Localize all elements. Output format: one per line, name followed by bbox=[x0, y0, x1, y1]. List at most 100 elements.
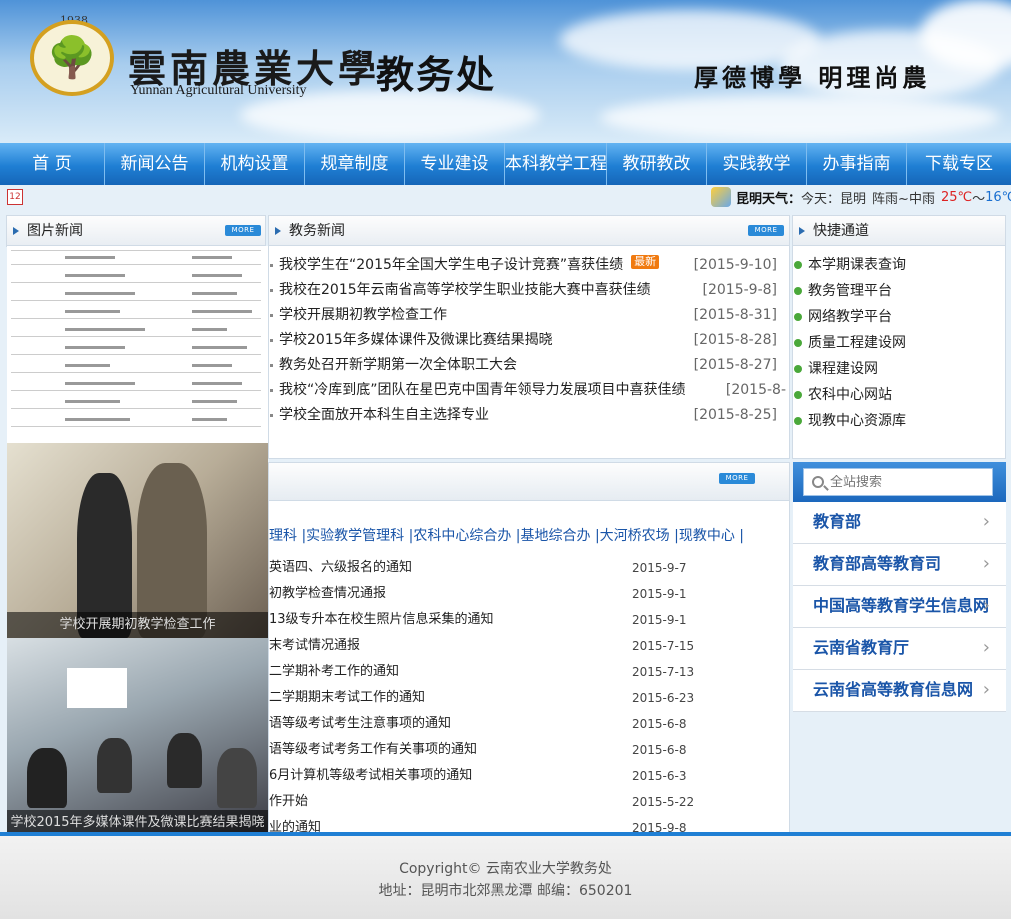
list-item[interactable]: 学校2015年多媒体课件及微课比赛结果揭晓 [2015-8-28] bbox=[270, 328, 786, 353]
external-link-chsi[interactable]: 中国高等教育学生信息网 › bbox=[793, 586, 1006, 628]
notice-title[interactable]: 初教学检查情况通报 bbox=[269, 586, 386, 601]
notice-title[interactable]: 二学期补考工作的通知 bbox=[269, 664, 399, 679]
document-photo[interactable] bbox=[7, 246, 268, 443]
notice-title[interactable]: 作开始 bbox=[269, 794, 308, 809]
footer-copyright: Copyright© 云南农业大学教务处 bbox=[399, 861, 612, 877]
list-item[interactable]: 二学期补考工作的通知 2015-7-13 bbox=[269, 659, 789, 685]
notice-title[interactable]: 13级专升本在校生照片信息采集的通知 bbox=[269, 612, 494, 627]
list-item[interactable]: 6月计算机等级考试相关事项的通知 2015-6-3 bbox=[269, 763, 789, 789]
list-item[interactable]: 作开始 2015-5-22 bbox=[269, 789, 789, 815]
quick-link-label[interactable]: 课程建设网 bbox=[808, 361, 878, 377]
nav-item-home[interactable]: 首 页 bbox=[0, 143, 105, 185]
list-item[interactable]: 初教学检查情况通报 2015-9-1 bbox=[269, 581, 789, 607]
nav-item-practice[interactable]: 实践教学 bbox=[707, 143, 807, 185]
list-item[interactable]: 二学期期末考试工作的通知 2015-6-23 bbox=[269, 685, 789, 711]
notice-title[interactable]: 二学期期末考试工作的通知 bbox=[269, 690, 425, 705]
list-item[interactable]: 教务处召开新学期第一次全体职工大会 [2015-8-27] bbox=[270, 353, 786, 378]
quick-link-label[interactable]: 现教中心资源库 bbox=[808, 413, 906, 429]
external-link-yunnan-higher-ed[interactable]: 云南省高等教育信息网 › bbox=[793, 670, 1006, 712]
news-date: [2015-8- bbox=[725, 382, 786, 398]
nav-item-organization[interactable]: 机构设置 bbox=[205, 143, 305, 185]
notice-title[interactable]: 末考试情况通报 bbox=[269, 638, 360, 653]
quick-links-title: 快捷通道 bbox=[813, 223, 869, 239]
photo-caption-1[interactable]: 学校开展期初教学检查工作 bbox=[7, 612, 268, 638]
quick-links-list: 本学期课表查询 教务管理平台 网络教学平台 质量工程建设网 课程建设网 农科中心… bbox=[794, 252, 1004, 434]
notice-date: 2015-5-22 bbox=[632, 795, 695, 809]
list-item[interactable]: 语等级考试考生注意事项的通知 2015-6-8 bbox=[269, 711, 789, 737]
news-title[interactable]: 学校开展期初教学检查工作 bbox=[279, 307, 447, 323]
news-date: [2015-8-31] bbox=[693, 307, 777, 323]
list-item[interactable]: 我校学生在“2015年全国大学生电子设计竞赛”喜获佳绩 最新 [2015-9-10] bbox=[270, 253, 786, 278]
department-title: 教务处 bbox=[376, 53, 497, 97]
notice-header: MORE bbox=[269, 463, 789, 501]
list-item[interactable]: 学校全面放开本科生自主选择专业 [2015-8-25] bbox=[270, 403, 786, 428]
quick-link[interactable]: 网络教学平台 bbox=[794, 304, 1004, 330]
weather-separator: ～ bbox=[972, 191, 986, 207]
quick-link-label[interactable]: 质量工程建设网 bbox=[808, 335, 906, 351]
nav-item-guide[interactable]: 办事指南 bbox=[807, 143, 907, 185]
nav-item-undergrad-project[interactable]: 本科教学工程 bbox=[505, 143, 607, 185]
news-title[interactable]: 学校2015年多媒体课件及微课比赛结果揭晓 bbox=[279, 332, 553, 348]
list-item[interactable]: 我校在2015年云南省高等学校学生职业技能大赛中喜获佳绩 [2015-9-8] bbox=[270, 278, 786, 303]
quick-link[interactable]: 农科中心网站 bbox=[794, 382, 1004, 408]
external-link-moe[interactable]: 教育部 › bbox=[793, 502, 1006, 544]
news-title[interactable]: 教务处召开新学期第一次全体职工大会 bbox=[279, 357, 517, 373]
list-item[interactable]: 我校“冷库到底”团队在星巴克中国青年领导力发展项目中喜获佳绩 [2015-8- bbox=[270, 378, 786, 403]
external-link-label[interactable]: 中国高等教育学生信息网 bbox=[813, 596, 989, 615]
affairs-news-more-button[interactable]: MORE bbox=[748, 225, 784, 236]
site-header: 1938 🌳 雲南農業大學 Yunnan Agricultural Univer… bbox=[0, 0, 1011, 143]
photo-news-header: 图片新闻 MORE bbox=[7, 216, 265, 246]
weather-condition: 阵雨~中雨 bbox=[872, 191, 935, 207]
bullet-icon bbox=[794, 391, 802, 399]
news-title[interactable]: 我校“冷库到底”团队在星巴克中国青年领导力发展项目中喜获佳绩 bbox=[279, 382, 686, 398]
search-input[interactable] bbox=[830, 474, 980, 490]
quick-link[interactable]: 教务管理平台 bbox=[794, 278, 1004, 304]
nav-item-downloads[interactable]: 下载专区 bbox=[907, 143, 1011, 185]
external-link-higher-ed[interactable]: 教育部高等教育司 › bbox=[793, 544, 1006, 586]
external-link-label[interactable]: 教育部 bbox=[813, 512, 861, 531]
chevron-right-icon: › bbox=[982, 511, 990, 532]
list-item[interactable]: 英语四、六级报名的通知 2015-9-7 bbox=[269, 555, 789, 581]
news-title[interactable]: 我校在2015年云南省高等学校学生职业技能大赛中喜获佳绩 bbox=[279, 282, 651, 298]
quick-link-label[interactable]: 本学期课表查询 bbox=[808, 257, 906, 273]
search-field[interactable] bbox=[803, 468, 993, 496]
search-icon[interactable] bbox=[812, 476, 824, 488]
nav-item-teaching-research[interactable]: 教研教改 bbox=[607, 143, 707, 185]
news-title[interactable]: 我校学生在“2015年全国大学生电子设计竞赛”喜获佳绩 bbox=[279, 257, 623, 273]
news-photo-inspection[interactable] bbox=[7, 443, 268, 638]
news-photo-contest[interactable] bbox=[7, 638, 268, 836]
notice-title[interactable]: 6月计算机等级考试相关事项的通知 bbox=[269, 768, 472, 783]
quick-link-label[interactable]: 网络教学平台 bbox=[808, 309, 892, 325]
list-item[interactable]: 语等级考试考务工作有关事项的通知 2015-6-8 bbox=[269, 737, 789, 763]
notice-title[interactable]: 语等级考试考生注意事项的通知 bbox=[269, 716, 451, 731]
department-category-bar[interactable]: 理科 |实验教学管理科 |农科中心综合办 |基地综合办 |大河桥农场 |现教中心… bbox=[269, 525, 744, 545]
notice-more-button[interactable]: MORE bbox=[719, 473, 755, 484]
quick-link[interactable]: 本学期课表查询 bbox=[794, 252, 1004, 278]
list-item[interactable]: 13级专升本在校生照片信息采集的通知 2015-9-1 bbox=[269, 607, 789, 633]
quick-link[interactable]: 现教中心资源库 bbox=[794, 408, 1004, 434]
external-links: 教育部 › 教育部高等教育司 › 中国高等教育学生信息网 › 云南省教育厅 › 云南省高… bbox=[793, 502, 1006, 712]
quick-link[interactable]: 质量工程建设网 bbox=[794, 330, 1004, 356]
external-link-yunnan-edu[interactable]: 云南省教育厅 › bbox=[793, 628, 1006, 670]
notice-panel: MORE 理科 |实验教学管理科 |农科中心综合办 |基地综合办 |大河桥农场 … bbox=[268, 462, 790, 834]
list-item[interactable]: 末考试情况通报 2015-7-15 bbox=[269, 633, 789, 659]
external-link-label[interactable]: 教育部高等教育司 bbox=[813, 554, 941, 573]
list-item[interactable]: 学校开展期初教学检查工作 [2015-8-31] bbox=[270, 303, 786, 328]
news-date: [2015-9-10] bbox=[693, 257, 777, 273]
external-link-label[interactable]: 云南省教育厅 bbox=[813, 638, 909, 657]
affairs-news-header: 教务新闻 MORE bbox=[269, 216, 789, 246]
notice-title[interactable]: 语等级考试考务工作有关事项的通知 bbox=[269, 742, 477, 757]
notice-date: 2015-9-1 bbox=[632, 613, 687, 627]
notice-title[interactable]: 英语四、六级报名的通知 bbox=[269, 560, 412, 575]
photo-news-more-button[interactable]: MORE bbox=[225, 225, 261, 236]
news-title[interactable]: 学校全面放开本科生自主选择专业 bbox=[279, 407, 489, 423]
nav-item-regulations[interactable]: 规章制度 bbox=[305, 143, 405, 185]
notice-list: 英语四、六级报名的通知 2015-9-7 初教学检查情况通报 2015-9-1 13… bbox=[269, 555, 789, 833]
quick-link-label[interactable]: 农科中心网站 bbox=[808, 387, 892, 403]
nav-item-news[interactable]: 新闻公告 bbox=[105, 143, 205, 185]
external-link-label[interactable]: 云南省高等教育信息网 bbox=[813, 680, 973, 699]
quick-link[interactable]: 课程建设网 bbox=[794, 356, 1004, 382]
university-logo[interactable]: 🌳 bbox=[30, 20, 114, 96]
nav-item-majors[interactable]: 专业建设 bbox=[405, 143, 505, 185]
quick-link-label[interactable]: 教务管理平台 bbox=[808, 283, 892, 299]
